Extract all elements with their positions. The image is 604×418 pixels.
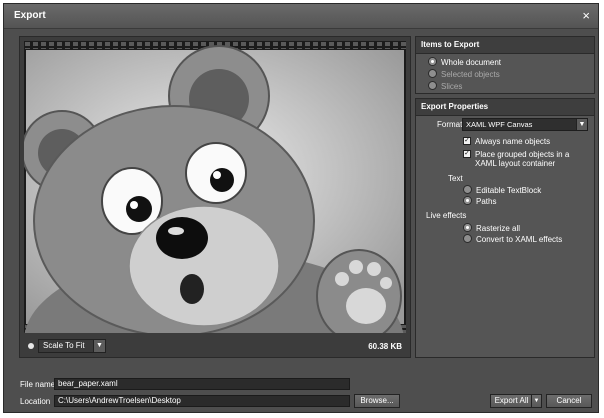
- chevron-down-icon[interactable]: ▼: [576, 119, 587, 130]
- status-dot-icon: [28, 343, 34, 349]
- radio-selected-objects[interactable]: Selected objects: [428, 69, 500, 79]
- file-name-label: File name: [20, 380, 56, 389]
- file-name-field[interactable]: bear_paper.xaml: [54, 378, 350, 390]
- file-size-label: 60.38 KB: [368, 342, 402, 351]
- browse-button[interactable]: Browse...: [354, 394, 400, 408]
- teddy-bear-image: [24, 41, 406, 333]
- export-properties-panel: Export Properties Format XAML WPF Canvas…: [415, 98, 595, 358]
- live-effects-label: Live effects: [426, 211, 467, 220]
- text-label: Text: [448, 174, 463, 183]
- radio-icon[interactable]: [463, 185, 472, 194]
- export-properties-heading: Export Properties: [416, 99, 594, 116]
- radio-icon[interactable]: [428, 69, 437, 78]
- preview-toolbar: Scale To Fit ▼ 60.38 KB: [24, 337, 406, 355]
- radio-whole-document[interactable]: Whole document: [428, 57, 501, 67]
- preview-image: [24, 41, 406, 333]
- checkbox-checked-icon[interactable]: ✓: [463, 137, 471, 145]
- radio-editable-textblock[interactable]: Editable TextBlock: [463, 185, 541, 195]
- radio-slices[interactable]: Slices: [428, 81, 462, 91]
- radio-convert-xaml-effects[interactable]: Convert to XAML effects: [463, 234, 562, 244]
- title-bar: Export ×: [4, 4, 598, 29]
- checkbox-checked-icon[interactable]: ✓: [463, 150, 471, 158]
- preview-area: Scale To Fit ▼ 60.38 KB: [19, 36, 411, 358]
- format-dropdown-value: XAML WPF Canvas: [466, 120, 533, 129]
- dialog-title: Export: [14, 10, 46, 21]
- location-field[interactable]: C:\Users\AndrewTroelsen\Desktop: [54, 395, 350, 407]
- radio-rasterize-all[interactable]: Rasterize all: [463, 223, 520, 233]
- scale-dropdown-value: Scale To Fit: [43, 341, 85, 350]
- location-label: Location: [20, 397, 51, 406]
- radio-paths[interactable]: Paths: [463, 196, 496, 206]
- cancel-button[interactable]: Cancel: [546, 394, 592, 408]
- scale-dropdown[interactable]: Scale To Fit ▼: [38, 339, 106, 353]
- format-label: Format: [437, 120, 463, 129]
- radio-icon[interactable]: [463, 234, 472, 243]
- chevron-down-icon[interactable]: ▼: [531, 395, 541, 407]
- radio-icon[interactable]: [428, 81, 437, 90]
- radio-selected-icon[interactable]: [463, 223, 472, 232]
- export-all-button[interactable]: Export All ▼: [490, 394, 542, 408]
- items-to-export-heading: Items to Export: [416, 37, 594, 54]
- export-all-label: Export All: [494, 396, 529, 405]
- chevron-down-icon[interactable]: ▼: [93, 340, 105, 352]
- export-dialog: Export × Scale To Fit ▼ 60.38 KB Items t…: [3, 3, 599, 413]
- close-icon[interactable]: ×: [582, 8, 590, 23]
- items-to-export-panel: Items to Export Whole document Selected …: [415, 36, 595, 94]
- radio-selected-icon[interactable]: [463, 196, 472, 205]
- radio-selected-icon[interactable]: [428, 57, 437, 66]
- format-dropdown[interactable]: XAML WPF Canvas ▼: [462, 118, 588, 131]
